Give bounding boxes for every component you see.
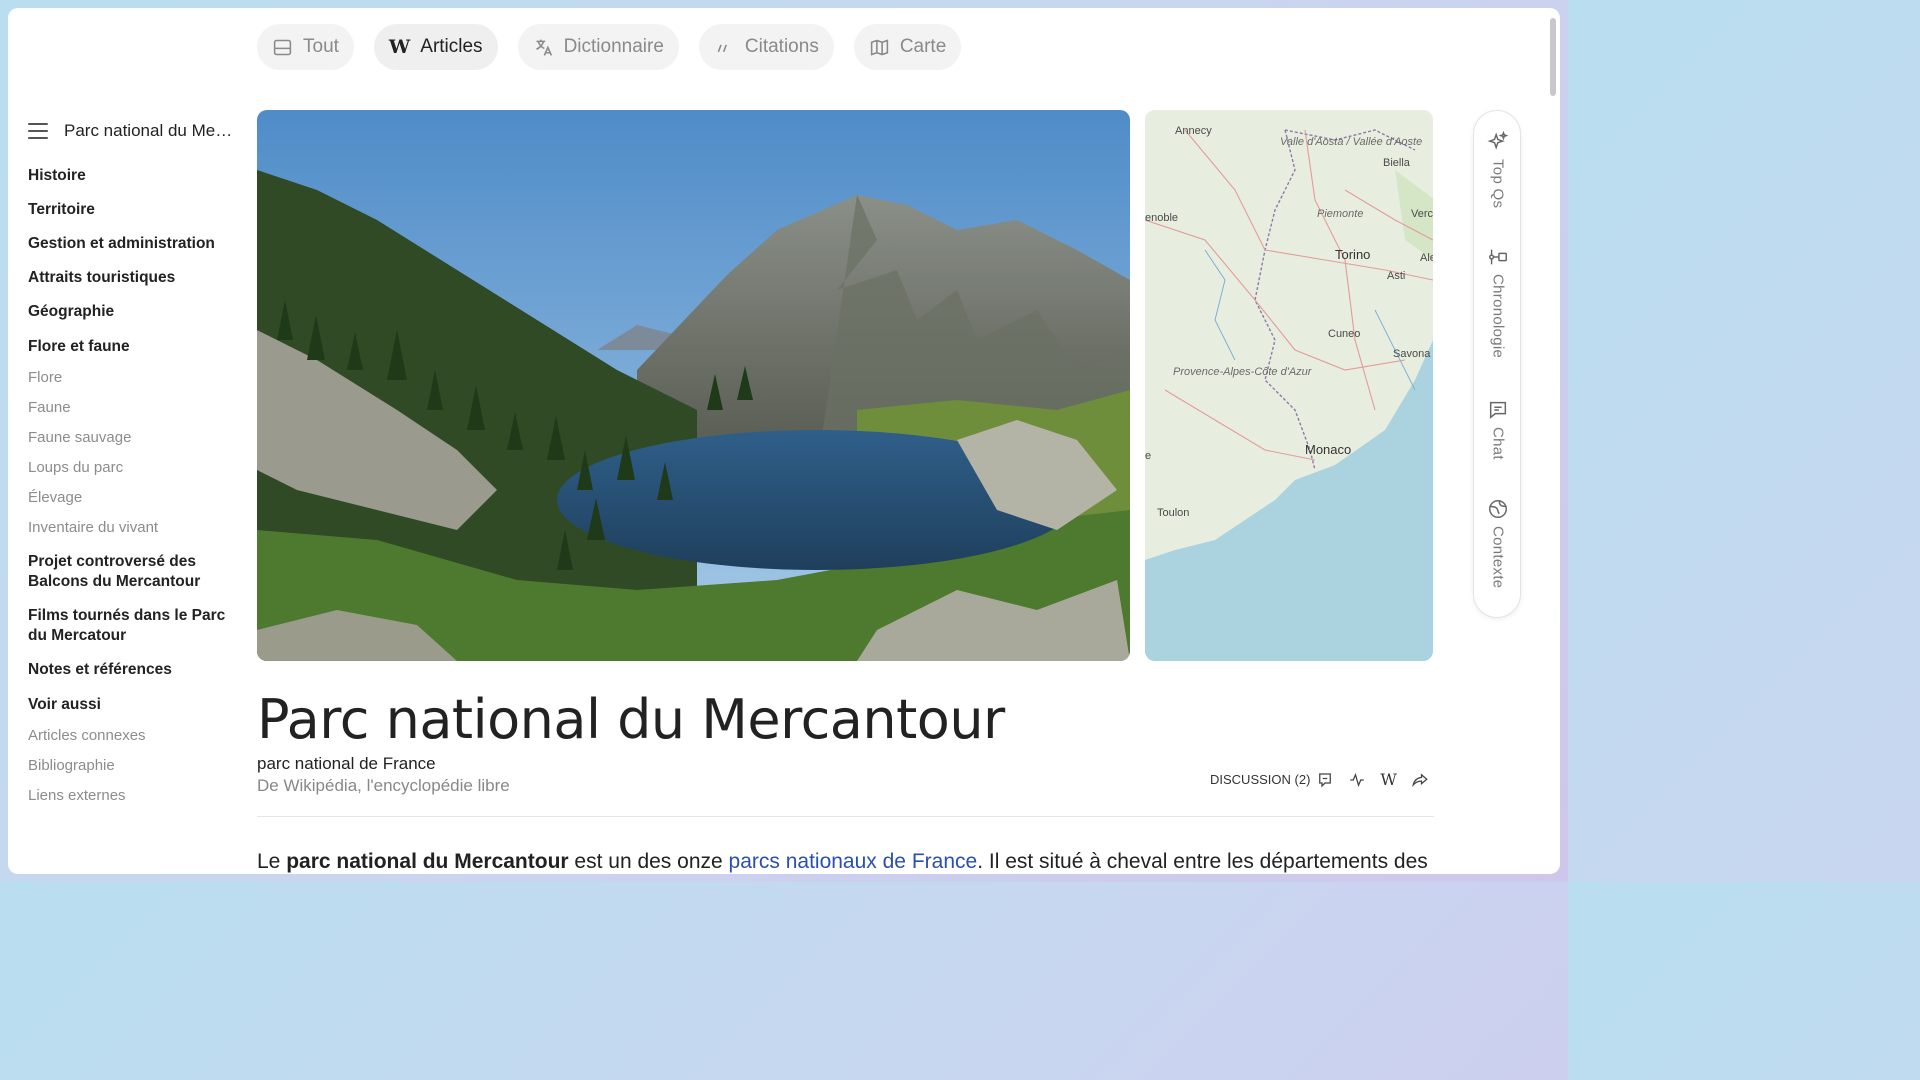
wikipedia-link-button[interactable]: W [1380,770,1396,789]
discussion-label: DISCUSSION (2) [1210,772,1311,787]
toc-subitem-loups[interactable]: Loups du parc [28,458,243,478]
globe-icon [1489,500,1507,518]
toc-item-voir-aussi[interactable]: Voir aussi [28,695,243,715]
tab-label: Articles [420,36,483,57]
timeline-icon [1489,249,1507,265]
search-tabs: Tout W Articles Dictionnaire Citations C… [257,24,962,70]
tab-label: Dictionnaire [563,36,664,57]
toc-subitem-elevage[interactable]: Élevage [28,488,243,508]
toc-item-projet-balcons[interactable]: Projet controversé des Balcons du Mercan… [28,552,243,592]
comment-icon [1319,772,1332,788]
tab-label: Tout [303,36,339,57]
rail-label: Contexte [1489,526,1507,589]
map-label-provence: Provence-Alpes-Côte d'Azur [1173,366,1312,378]
rail-label: Chronologie [1489,274,1507,359]
menu-icon[interactable] [28,123,48,139]
activity-icon [1350,772,1365,787]
toc-subitem-flore[interactable]: Flore [28,368,243,388]
quote-icon [717,44,727,52]
article-intro: Le parc national du Mercantour est un de… [257,850,1428,874]
toc-item-geographie[interactable]: Géographie [28,302,243,322]
article-actions: DISCUSSION (2) W [1210,770,1429,789]
tab-dictionnaire[interactable]: Dictionnaire [517,24,679,70]
rail-contexte[interactable]: Contexte [1474,498,1522,588]
map-label-asti: Asti [1387,270,1406,282]
toc-item-notes[interactable]: Notes et références [28,660,243,680]
tab-articles[interactable]: W Articles [373,24,498,70]
map-label-biella: Biella [1383,157,1410,169]
map-label-cuneo: Cuneo [1328,328,1361,340]
header-divider [257,816,1434,817]
map-label-e: e [1145,450,1152,462]
toc-item-histoire[interactable]: Histoire [28,166,243,186]
app-window: Tout W Articles Dictionnaire Citations C… [8,8,1560,874]
tab-label: Carte [899,36,947,57]
share-icon [1412,772,1428,787]
parcs-nationaux-link[interactable]: parcs nationaux de France [729,850,978,873]
rail-label: Chat [1489,427,1507,460]
toc-title: Parc national du Mercantour [64,121,234,140]
scrollbar[interactable] [1550,18,1556,96]
toc-item-territoire[interactable]: Territoire [28,200,243,220]
toc-item-films[interactable]: Films tournés dans le Parc du Mercatour [28,606,243,646]
map-icon [870,38,888,56]
map-label-toulon: Toulon [1157,507,1190,519]
discussion-button[interactable]: DISCUSSION (2) [1210,771,1334,789]
rail-top-qs[interactable]: Top Qs [1474,131,1522,208]
toc-item-attraits[interactable]: Attraits touristiques [28,268,243,288]
mountain-lake-illustration [257,110,1130,661]
intro-text: Le [257,850,287,873]
location-map[interactable]: Annecy Valle d'Aosta / Vallée d'Aoste Bi… [1145,110,1433,661]
page-source: De Wikipédia, l'encyclopédie libre [257,776,510,795]
intro-text: . Il est situé à cheval entre les départ… [977,850,1428,873]
map-label-ale: Ale [1420,252,1433,264]
activity-button[interactable] [1348,771,1366,789]
map-label-annecy: Annecy [1175,125,1212,137]
toc-subitem-faune[interactable]: Faune [28,398,243,418]
tab-citations[interactable]: Citations [698,24,834,70]
chat-icon [1489,401,1507,419]
tab-tout[interactable]: Tout [257,24,354,70]
side-rail: Top Qs Chronologie Chat Contexte [1473,110,1521,618]
rail-chat[interactable]: Chat [1474,399,1522,460]
hero-image[interactable] [257,110,1130,661]
tab-label: Citations [744,36,819,57]
toc-subitem-faune-sauvage[interactable]: Faune sauvage [28,428,243,448]
map-label-grenoble: enoble [1145,212,1179,224]
map-label-torino: Torino [1335,247,1371,262]
toc-item-gestion[interactable]: Gestion et administration [28,234,243,254]
intro-text: est un des onze [568,850,729,873]
toc-item-flore-faune[interactable]: Flore et faune [28,337,243,357]
wikipedia-icon: W [388,36,411,58]
rail-label: Top Qs [1489,159,1507,209]
rail-chronologie[interactable]: Chronologie [1474,246,1522,358]
map-background [1145,110,1433,661]
toc-subitem-liens-externes[interactable]: Liens externes [28,786,243,806]
map-label-monaco: Monaco [1305,442,1352,457]
tab-carte[interactable]: Carte [853,24,962,70]
sparkle-icon [1487,131,1509,150]
table-of-contents: Parc national du Mercantour Histoire Ter… [28,118,243,806]
map-label-aosta: Valle d'Aosta / Vallée d'Aoste [1280,136,1423,148]
toc-subitem-inventaire[interactable]: Inventaire du vivant [28,518,243,538]
map-label-savona: Savona [1393,348,1431,360]
map-label-piemonte: Piemonte [1317,208,1364,220]
map-label-vercelli: Verc [1411,208,1433,220]
page-subtitle: parc national de France [257,754,436,773]
toc-subitem-articles-connexes[interactable]: Articles connexes [28,726,243,746]
page-title: Parc national du Mercantour [257,688,1005,751]
translate-icon [535,39,552,56]
intro-bold: parc national du Mercantour [286,850,569,873]
layout-icon [273,39,292,55]
share-button[interactable] [1411,771,1429,789]
toc-subitem-bibliographie[interactable]: Bibliographie [28,756,243,776]
wikipedia-icon: W [1380,770,1397,789]
